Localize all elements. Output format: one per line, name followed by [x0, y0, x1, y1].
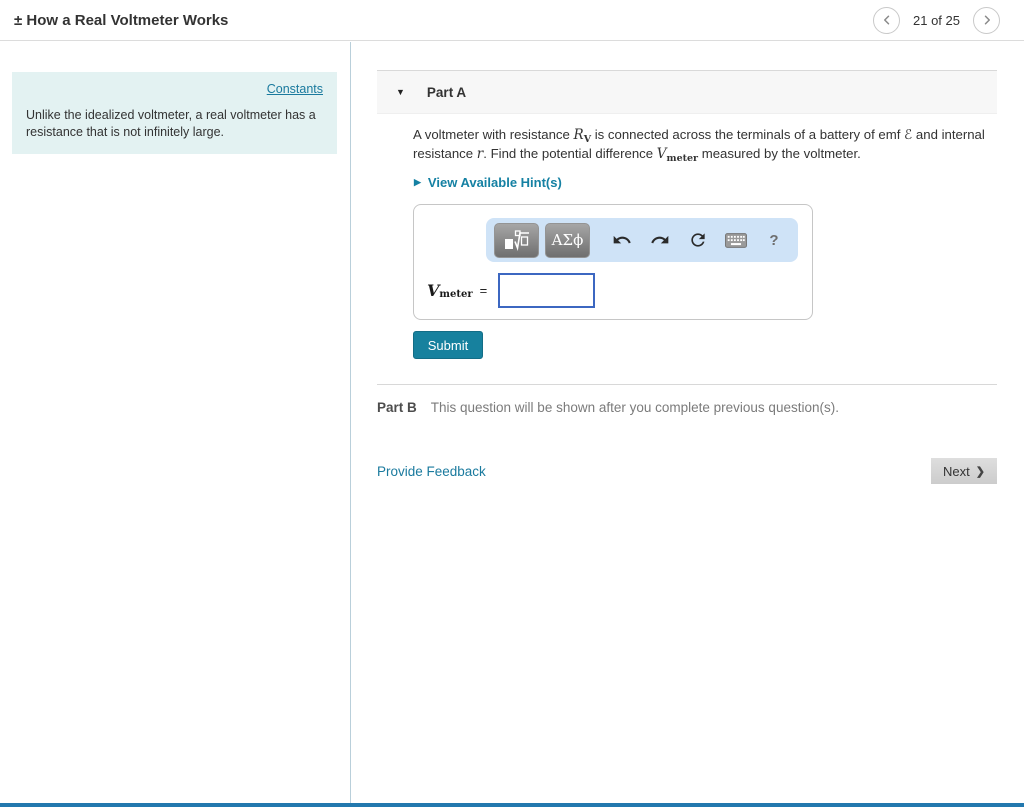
part-b-row: Part B This question will be shown after…: [377, 400, 997, 415]
pager: 21 of 25: [873, 6, 1000, 34]
math-rv-sub: V: [583, 134, 592, 145]
next-page-button[interactable]: [973, 6, 1000, 34]
problem-seg2: is connected across the terminals of a b…: [591, 127, 905, 142]
answer-box: ΑΣϕ ? V meter =: [413, 204, 813, 320]
part-b-title: Part B: [377, 400, 417, 415]
math-rv-base: R: [573, 127, 584, 143]
keyboard-button[interactable]: [717, 232, 755, 248]
problem-seg5: measured by the voltmeter.: [698, 145, 861, 161]
answer-variable-label: V: [427, 281, 440, 300]
reset-button[interactable]: [679, 230, 717, 250]
problem-seg4: . Find the potential difference: [483, 145, 657, 161]
footer-row: Provide Feedback Next ❯: [377, 458, 997, 484]
undo-icon: [613, 235, 631, 244]
problem-statement: A voltmeter with resistance RV is connec…: [413, 127, 991, 164]
page: ± How a Real Voltmeter Works 21 of 25 Co…: [0, 0, 1024, 807]
section-divider: [377, 384, 997, 385]
math-v-sub: meter: [666, 152, 699, 164]
answer-row: Vmeter =: [427, 273, 596, 308]
answer-input[interactable]: [498, 273, 596, 308]
templates-icon: [504, 229, 529, 251]
prev-page-button[interactable]: [873, 6, 900, 34]
problem-seg1: A voltmeter with resistance: [413, 127, 574, 142]
answer-variable-subscript: meter: [439, 289, 473, 300]
help-icon: ?: [769, 231, 779, 249]
greek-symbols-label: ΑΣϕ: [551, 231, 584, 249]
part-a-header[interactable]: ▼ Part A: [377, 70, 997, 114]
keyboard-icon: [725, 232, 747, 248]
intro-info-box: Constants Unlike the idealized voltmeter…: [12, 72, 337, 154]
collapse-triangle-icon: ▼: [396, 87, 405, 97]
next-button[interactable]: Next ❯: [931, 458, 997, 484]
part-a-title: Part A: [426, 84, 467, 100]
equation-toolbar: ΑΣϕ ?: [486, 218, 798, 262]
constants-link[interactable]: Constants: [267, 82, 323, 96]
intro-text: Unlike the idealized voltmeter, a real v…: [26, 108, 316, 139]
top-header: ± How a Real Voltmeter Works 21 of 25: [0, 0, 1024, 41]
help-button[interactable]: ?: [755, 232, 793, 249]
left-panel: Constants Unlike the idealized voltmeter…: [0, 42, 351, 803]
toolbar-icon-group: ?: [603, 230, 793, 250]
constants-row: Constants: [26, 80, 323, 98]
redo-icon: [651, 235, 669, 244]
part-b-message: This question will be shown after you co…: [430, 400, 839, 415]
page-position-label: 21 of 25: [913, 12, 960, 28]
chevron-left-icon: [883, 15, 889, 25]
submit-button[interactable]: Submit: [413, 331, 483, 359]
math-emf-symbol: ℰ: [904, 127, 913, 143]
undo-button[interactable]: [603, 230, 641, 250]
provide-feedback-link[interactable]: Provide Feedback: [377, 464, 486, 479]
equals-sign: =: [479, 283, 488, 298]
chevron-right-icon: [984, 15, 990, 25]
math-v-base: V: [656, 145, 667, 162]
main-content: ▼ Part A A voltmeter with resistance RV …: [377, 70, 997, 484]
templates-button[interactable]: [494, 222, 539, 258]
main-panel: ▼ Part A A voltmeter with resistance RV …: [351, 42, 1024, 803]
expand-triangle-icon: ▶: [414, 177, 421, 187]
reset-icon: [691, 233, 705, 247]
redo-button[interactable]: [641, 230, 679, 250]
chevron-right-icon: ❯: [975, 465, 985, 478]
view-hints-link[interactable]: ▶ View Available Hint(s): [414, 175, 997, 190]
bottom-accent-bar: [0, 803, 1024, 807]
view-hints-label: View Available Hint(s): [427, 175, 562, 190]
page-title: ± How a Real Voltmeter Works: [14, 11, 229, 29]
greek-symbols-button[interactable]: ΑΣϕ: [545, 222, 590, 258]
next-button-label: Next: [943, 463, 970, 479]
